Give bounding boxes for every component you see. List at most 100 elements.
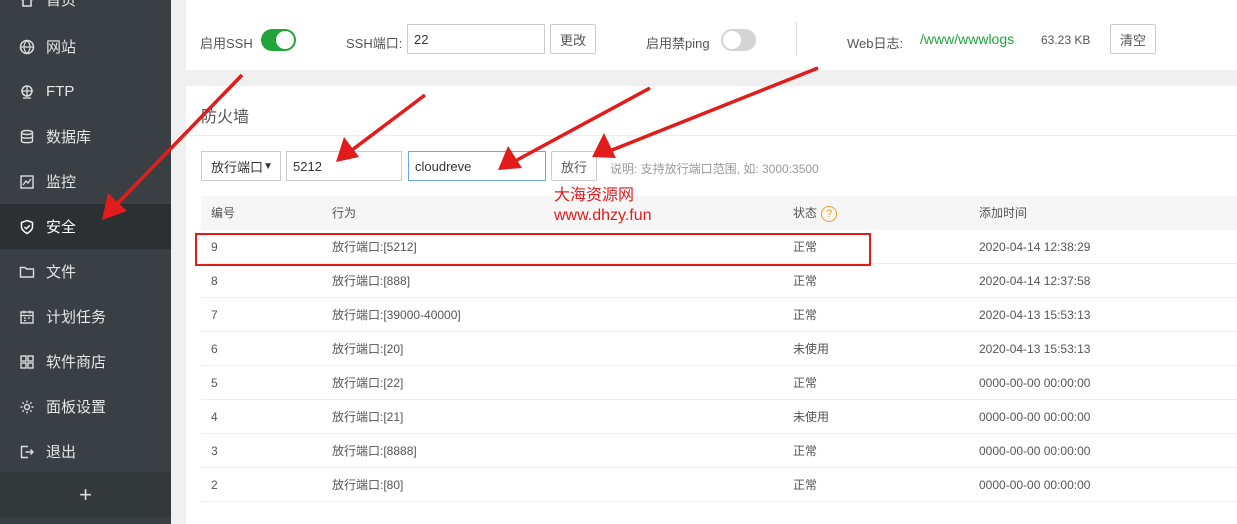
logout-icon xyxy=(18,443,36,461)
divider xyxy=(186,135,1237,136)
sidebar-item-label: 监控 xyxy=(46,174,77,191)
sidebar-item-ftp[interactable]: FTP xyxy=(0,69,171,114)
change-ssh-port-button[interactable]: 更改 xyxy=(550,24,596,54)
allow-port-button[interactable]: 放行 xyxy=(551,151,597,181)
rule-type-value: 放行端口 xyxy=(211,159,264,175)
column-header-id: 编号 xyxy=(211,206,236,220)
rule-status: 正常 xyxy=(793,444,818,458)
sidebar-item-label: FTP xyxy=(46,83,75,100)
sidebar-item-settings[interactable]: 面板设置 xyxy=(0,384,171,429)
gear-icon xyxy=(18,398,36,416)
table-row: 7 放行端口:[39000-40000] 正常 2020-04-13 15:53… xyxy=(201,298,1237,332)
database-icon xyxy=(18,128,36,146)
globe-icon xyxy=(18,38,36,56)
table-row: 6 放行端口:[20] 未使用 2020-04-13 15:53:13 xyxy=(201,332,1237,366)
rule-id: 7 xyxy=(211,308,218,322)
rule-id: 6 xyxy=(211,342,218,356)
rule-time: 0000-00-00 00:00:00 xyxy=(979,376,1091,390)
table-row: 8 放行端口:[888] 正常 2020-04-14 12:37:58 xyxy=(201,264,1237,298)
rule-time: 0000-00-00 00:00:00 xyxy=(979,410,1091,424)
security-settings-panel: 启用SSH SSH端口: 22 更改 启用禁ping Web日志: /www/w… xyxy=(186,0,1237,70)
ping-disable-label: 启用禁ping xyxy=(646,36,710,51)
clear-logs-button[interactable]: 清空 xyxy=(1110,24,1156,54)
rule-action: 放行端口:[20] xyxy=(332,342,404,356)
column-header-status: 状态? xyxy=(793,196,838,230)
divider xyxy=(796,22,797,56)
rule-status: 未使用 xyxy=(793,342,830,356)
weblog-path-link[interactable]: /www/wwwlogs xyxy=(920,31,1014,47)
watermark-line-1: 大海资源网 xyxy=(554,187,635,204)
firewall-panel: 防火墙 放行端口 ▼ 5212 cloudreve 放行 说明: 支持放行端口范… xyxy=(186,86,1237,524)
sidebar-item-monitor[interactable]: 监控 xyxy=(0,159,171,204)
sidebar-item-label: 软件商店 xyxy=(46,354,107,371)
sidebar: 首页 网站 FTP 数据库 监控 安全 文件 计划任务 软件商店 面板设置 退出… xyxy=(0,0,171,524)
rule-status: 正常 xyxy=(793,376,818,390)
ping-toggle[interactable] xyxy=(721,29,756,51)
home-icon xyxy=(18,0,36,9)
help-icon[interactable]: ? xyxy=(821,205,838,222)
sidebar-item-security[interactable]: 安全 xyxy=(0,204,171,249)
caret-down-icon: ▼ xyxy=(263,160,273,172)
rule-action: 放行端口:[39000-40000] xyxy=(332,308,461,322)
rule-id: 8 xyxy=(211,274,218,288)
rule-time: 2020-04-14 12:38:29 xyxy=(979,240,1091,254)
table-header: 编号 行为 状态? 添加时间 xyxy=(201,196,1237,230)
ssh-port-label: SSH端口: xyxy=(346,36,403,51)
sidebar-item-label: 数据库 xyxy=(46,129,92,146)
sidebar-item-label: 计划任务 xyxy=(46,309,107,326)
ftp-icon xyxy=(18,83,36,101)
sidebar-item-label: 退出 xyxy=(46,444,77,461)
port-input[interactable]: 5212 xyxy=(286,151,402,181)
ssh-port-input[interactable]: 22 xyxy=(407,24,545,54)
grid-icon xyxy=(18,353,36,371)
rule-action: 放行端口:[22] xyxy=(332,376,404,390)
add-button[interactable]: + xyxy=(0,472,171,517)
rule-time: 0000-00-00 00:00:00 xyxy=(979,444,1091,458)
rule-status: 未使用 xyxy=(793,410,830,424)
toggle-knob xyxy=(276,31,294,49)
sidebar-item-home[interactable]: 首页 xyxy=(0,0,171,22)
rule-status: 正常 xyxy=(793,308,818,322)
column-header-status-label: 状态 xyxy=(793,206,818,220)
rule-action: 放行端口:[80] xyxy=(332,478,404,492)
rule-id: 5 xyxy=(211,376,218,390)
rule-status: 正常 xyxy=(793,478,818,492)
firewall-title: 防火墙 xyxy=(201,109,250,126)
rule-action: 放行端口:[888] xyxy=(332,274,411,288)
rule-id: 2 xyxy=(211,478,218,492)
shield-icon xyxy=(18,218,36,236)
weblog-label: Web日志: xyxy=(847,36,904,51)
rule-time: 0000-00-00 00:00:00 xyxy=(979,478,1091,492)
sidebar-item-files[interactable]: 文件 xyxy=(0,249,171,294)
sidebar-item-label: 网站 xyxy=(46,39,77,56)
table-row: 4 放行端口:[21] 未使用 0000-00-00 00:00:00 xyxy=(201,400,1237,434)
port-range-note: 说明: 支持放行端口范围, 如: 3000:3500 xyxy=(610,162,819,176)
weblog-size: 63.23 KB xyxy=(1041,33,1091,47)
column-header-time: 添加时间 xyxy=(979,206,1028,220)
sidebar-item-label: 首页 xyxy=(46,0,77,9)
column-header-action: 行为 xyxy=(332,206,357,220)
sidebar-item-label: 安全 xyxy=(46,219,77,236)
rule-type-select[interactable]: 放行端口 ▼ xyxy=(201,151,281,181)
sidebar-item-label: 面板设置 xyxy=(46,399,107,416)
rule-time: 2020-04-13 15:53:13 xyxy=(979,308,1091,322)
rule-time: 2020-04-14 12:37:58 xyxy=(979,274,1091,288)
sidebar-item-store[interactable]: 软件商店 xyxy=(0,339,171,384)
watermark: 大海资源网 www.dhzy.fun xyxy=(554,186,652,226)
table-row: 5 放行端口:[22] 正常 0000-00-00 00:00:00 xyxy=(201,366,1237,400)
rule-action: 放行端口:[8888] xyxy=(332,444,417,458)
rule-status: 正常 xyxy=(793,274,818,288)
sidebar-item-logout[interactable]: 退出 xyxy=(0,429,171,474)
calendar-icon xyxy=(18,308,36,326)
table-row: 2 放行端口:[80] 正常 0000-00-00 00:00:00 xyxy=(201,468,1237,502)
sidebar-item-cron[interactable]: 计划任务 xyxy=(0,294,171,339)
remark-input[interactable]: cloudreve xyxy=(408,151,546,181)
folder-icon xyxy=(18,263,36,281)
rule-time: 2020-04-13 15:53:13 xyxy=(979,342,1091,356)
sidebar-item-website[interactable]: 网站 xyxy=(0,24,171,69)
sidebar-item-database[interactable]: 数据库 xyxy=(0,114,171,159)
rule-id: 3 xyxy=(211,444,218,458)
table-row: 3 放行端口:[8888] 正常 0000-00-00 00:00:00 xyxy=(201,434,1237,468)
rule-action: 放行端口:[21] xyxy=(332,410,404,424)
ssh-toggle[interactable] xyxy=(261,29,296,51)
